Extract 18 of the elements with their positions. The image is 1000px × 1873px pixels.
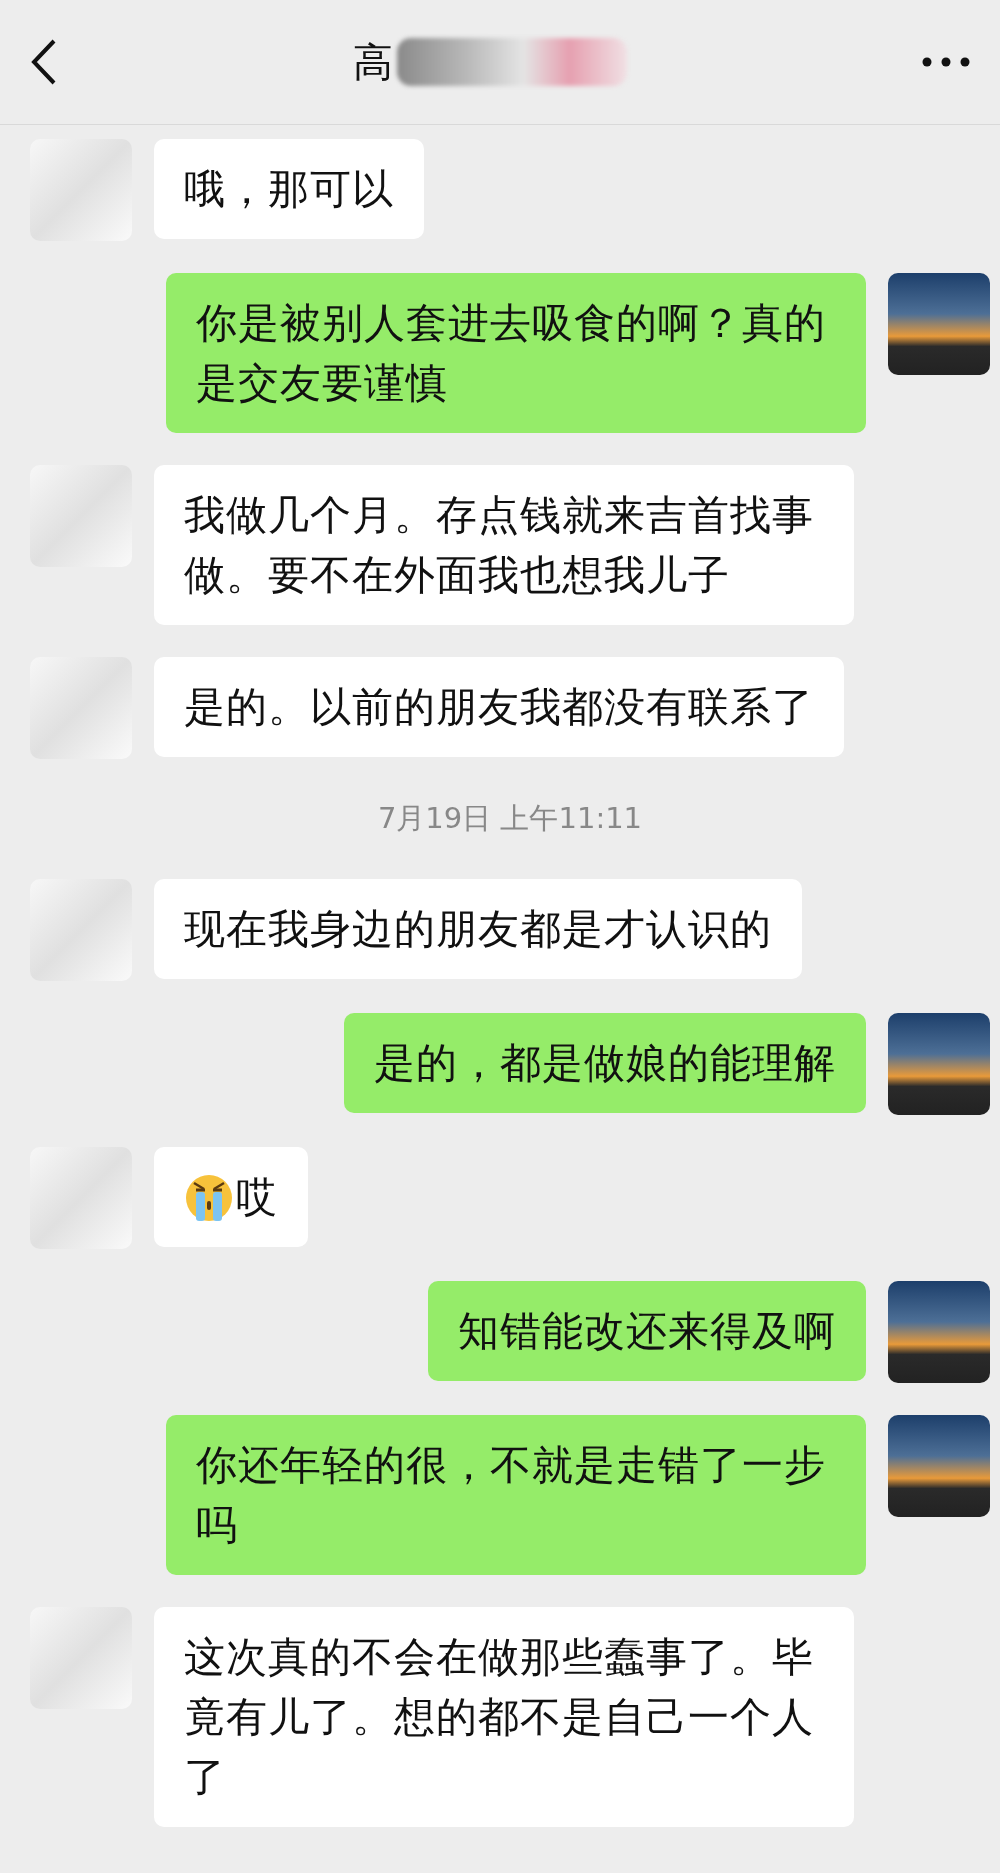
message-bubble: 是的，都是做娘的能理解 [344, 1012, 866, 1113]
back-icon[interactable] [30, 38, 58, 86]
avatar-photo[interactable] [888, 1414, 990, 1517]
message-bubble: 哦，那可以 [154, 139, 424, 239]
message-bubble: 你是被别人套进去吸食的啊？真的是交友要谨慎 [166, 273, 866, 433]
avatar-photo[interactable] [888, 273, 990, 375]
timestamp: 7月19日 上午11:11 [377, 800, 643, 837]
message-bubble: 现在我身边的朋友都是才认识的 [154, 878, 802, 979]
avatar-photo[interactable] [888, 1280, 990, 1383]
message-text: 哎 [236, 1171, 278, 1223]
message-bubble: 是的。以前的朋友我都没有联系了 [154, 657, 844, 757]
more-icon[interactable] [922, 57, 970, 67]
message-bubble: 我做几个月。存点钱就来吉首找事做。要不在外面我也想我儿子 [154, 465, 854, 625]
message-bubble: 你还年轻的很，不就是走错了一步吗 [166, 1414, 866, 1575]
chat-title: 高 [353, 38, 393, 87]
message-bubble: 知错能改还来得及啊 [428, 1280, 866, 1381]
message-bubble: 这次真的不会在做那些蠢事了。毕竟有儿了。想的都不是自己一个人了 [154, 1606, 854, 1827]
avatar-photo[interactable] [888, 1012, 990, 1115]
